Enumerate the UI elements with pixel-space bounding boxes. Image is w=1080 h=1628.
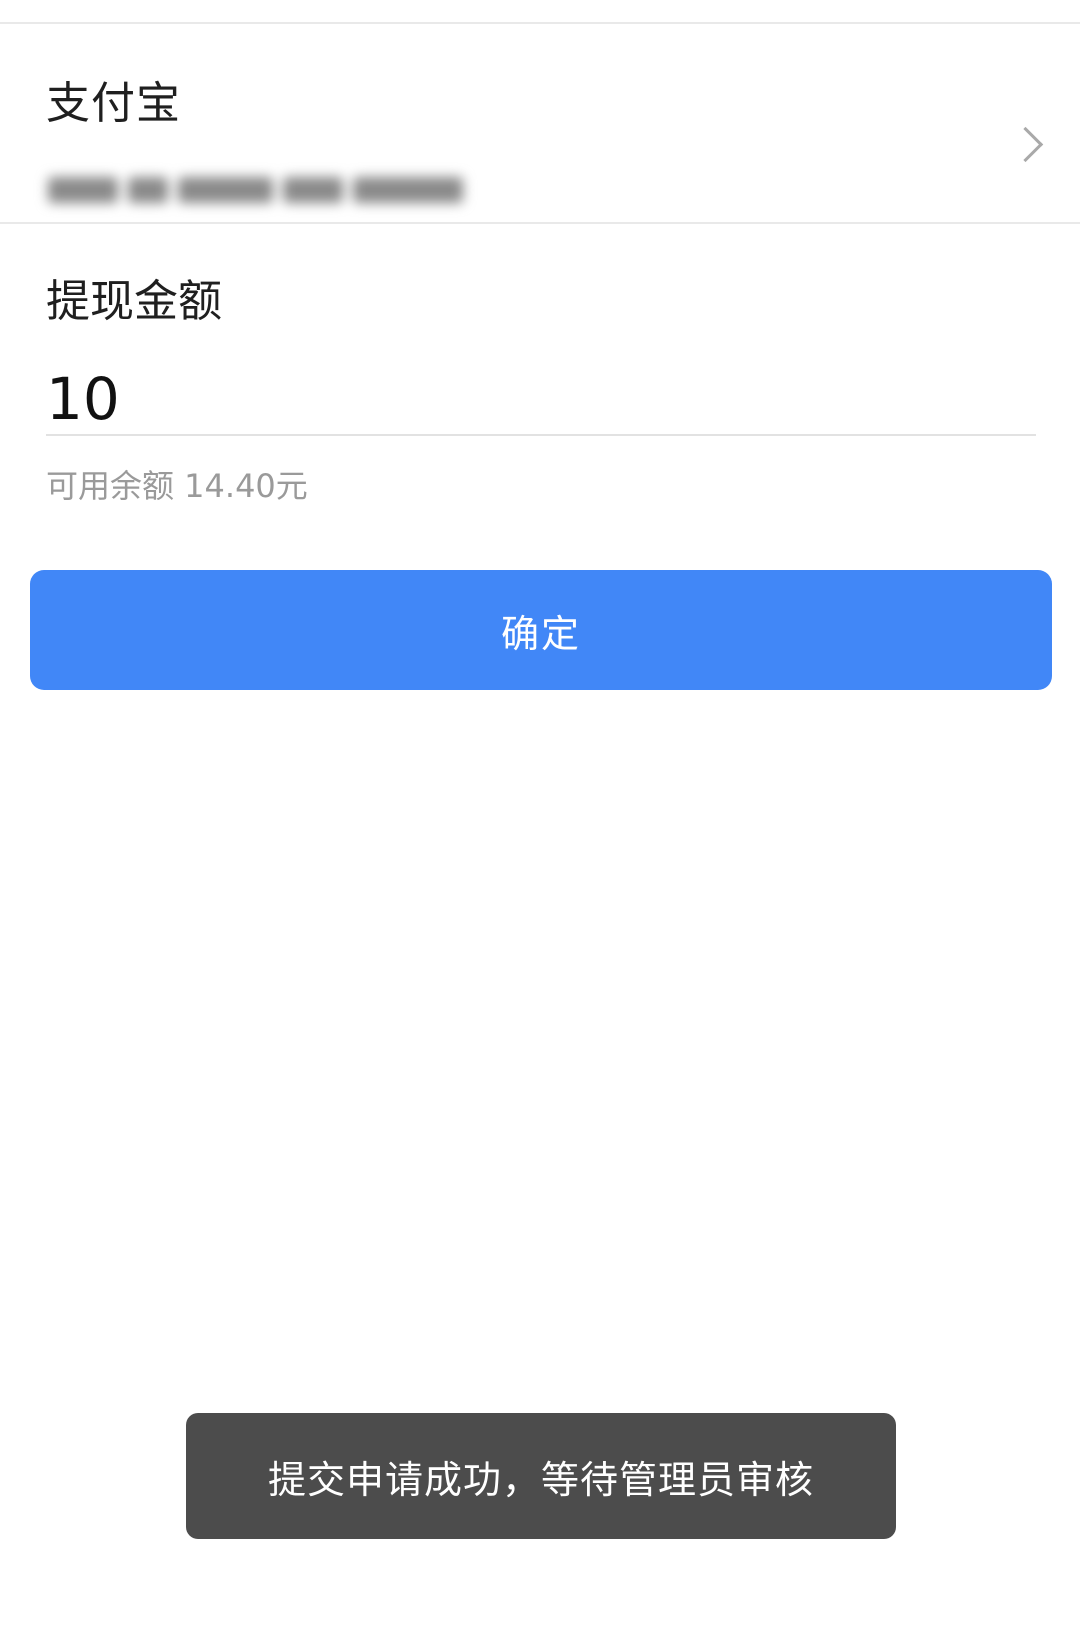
- amount-input-underline: [46, 434, 1036, 436]
- withdraw-amount-label: 提现金额: [46, 276, 222, 327]
- redacted-account-info: [48, 169, 463, 211]
- success-toast: 提交申请成功，等待管理员审核: [186, 1413, 896, 1539]
- chevron-right-icon[interactable]: [1007, 126, 1044, 163]
- confirm-button[interactable]: 确定: [30, 570, 1052, 690]
- payment-account-row[interactable]: 支付宝: [0, 24, 1080, 224]
- available-balance-text: 可用余额 14.40元: [46, 467, 308, 505]
- section-divider: [0, 222, 1080, 224]
- payment-method-title: 支付宝: [46, 78, 181, 129]
- withdraw-amount-input[interactable]: [46, 364, 1036, 434]
